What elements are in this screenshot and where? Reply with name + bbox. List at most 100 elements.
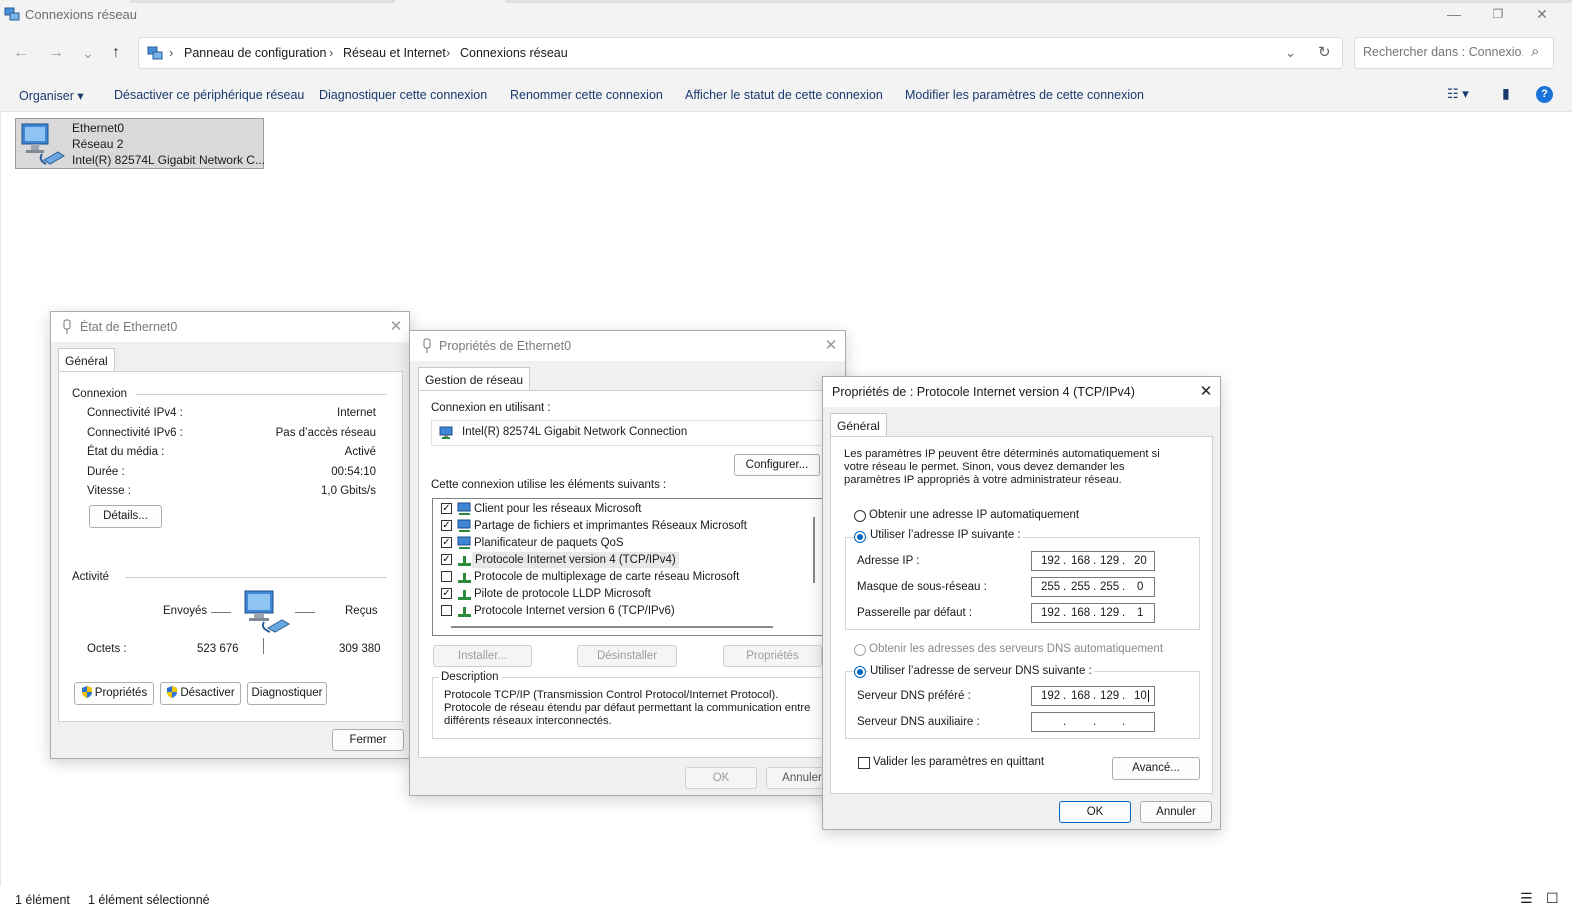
view-status-command[interactable]: Afficher le statut de cette connexion xyxy=(685,88,883,102)
uninstall-button[interactable]: Désinstaller xyxy=(577,645,677,667)
address-bar[interactable]: › Panneau de configuration › Réseau et I… xyxy=(138,37,1343,69)
help-icon[interactable]: ? xyxy=(1536,86,1553,103)
protocol-icon xyxy=(458,573,471,583)
close-dialog-button[interactable]: Fermer xyxy=(332,729,404,751)
cancel-button[interactable]: Annuler xyxy=(1140,801,1212,823)
list-item-label: Protocole de multiplexage de carte résea… xyxy=(474,571,740,583)
properties-button[interactable]: Propriétés xyxy=(74,682,154,705)
checkbox[interactable]: ✓ xyxy=(441,588,452,599)
close-icon[interactable]: ✕ xyxy=(385,317,407,337)
ok-button[interactable]: OK xyxy=(1059,801,1131,823)
alternate-dns-label: Serveur DNS auxiliaire : xyxy=(857,716,980,728)
intro-text: Les paramètres IP peuvent être déterminé… xyxy=(844,448,1160,486)
search-box[interactable]: ⌕ xyxy=(1354,37,1554,69)
vertical-scrollbar[interactable] xyxy=(813,517,815,583)
connection-item-ethernet0[interactable]: Ethernet0 Réseau 2 Intel(R) 82574L Gigab… xyxy=(15,118,265,169)
ipv6-label: Connectivité IPv6 : xyxy=(87,427,183,439)
details-button[interactable]: Détails... xyxy=(89,505,162,528)
ip-address-field[interactable]: 192. 168. 129. 20 xyxy=(1031,551,1155,571)
diagnose-command[interactable]: Diagnostiquer cette connexion xyxy=(319,88,487,102)
view-options-icon[interactable]: ☷ ▾ xyxy=(1447,86,1469,102)
checkbox[interactable]: ✓ xyxy=(441,554,452,565)
auto-ip-radio[interactable] xyxy=(854,510,866,522)
subnet-mask-field[interactable]: 255. 255. 255. 0 xyxy=(1031,577,1155,597)
tab-panel: Connexion Connectivité IPv4 : Internet C… xyxy=(58,371,403,722)
dot: . xyxy=(1122,690,1126,702)
up-icon[interactable]: ↑ xyxy=(105,42,127,64)
install-button[interactable]: Installer... xyxy=(433,645,532,667)
breadcrumb-control-panel[interactable]: Panneau de configuration xyxy=(184,46,326,60)
back-icon[interactable]: ← xyxy=(10,42,32,64)
manual-dns-radio[interactable] xyxy=(854,666,866,678)
list-item-selected[interactable]: ✓ Protocole Internet version 4 (TCP/IPv4… xyxy=(433,552,803,569)
search-icon[interactable]: ⌕ xyxy=(1531,43,1539,60)
dot: . xyxy=(1122,716,1126,728)
components-list[interactable]: ✓ Client pour les réseaux Microsoft ✓ Pa… xyxy=(432,498,823,636)
activity-section-header: Activité xyxy=(72,571,110,583)
checkbox[interactable]: ✓ xyxy=(441,520,452,531)
refresh-icon[interactable]: ↻ xyxy=(1318,43,1331,61)
list-item[interactable]: ✓ Pilote de protocole LLDP Microsoft xyxy=(433,586,803,603)
checkbox[interactable]: ✓ xyxy=(441,503,452,514)
list-item[interactable]: ✓ Partage de fichiers et imprimantes Rés… xyxy=(433,518,803,535)
details-view-icon[interactable]: ☰ xyxy=(1520,890,1533,907)
validate-checkbox[interactable] xyxy=(858,757,870,769)
disable-button[interactable]: Désactiver xyxy=(160,682,241,705)
minimize-button[interactable]: — xyxy=(1432,2,1476,28)
breadcrumb-network-internet[interactable]: Réseau et Internet xyxy=(343,46,446,60)
diagnose-button[interactable]: Diagnostiquer xyxy=(247,682,327,705)
ipv4-label: Connectivité IPv4 : xyxy=(87,407,183,419)
address-dropdown-icon[interactable]: ⌄ xyxy=(1285,45,1296,61)
breadcrumb-separator: › xyxy=(169,45,174,60)
tab-general[interactable]: Général xyxy=(830,413,887,437)
dialog-title: État de Ethernet0 xyxy=(80,320,178,334)
tiles-view-icon[interactable]: ☐ xyxy=(1546,890,1559,907)
restore-button[interactable]: ❐ xyxy=(1476,2,1520,28)
tab-general[interactable]: Général xyxy=(58,348,115,372)
rename-command[interactable]: Renommer cette connexion xyxy=(510,88,663,102)
list-item[interactable]: ✓ Client pour les réseaux Microsoft xyxy=(433,501,803,518)
manual-ip-radio[interactable] xyxy=(854,531,866,543)
organize-menu[interactable]: Organiser ▾ xyxy=(19,88,84,103)
divider xyxy=(125,577,387,578)
advanced-button[interactable]: Avancé... xyxy=(1112,757,1200,780)
ethernet-adapter-icon xyxy=(21,123,65,165)
checkbox[interactable] xyxy=(441,605,452,616)
checkbox[interactable] xyxy=(441,571,452,582)
change-settings-command[interactable]: Modifier les paramètres de cette connexi… xyxy=(905,88,1144,102)
preferred-dns-label: Serveur DNS préféré : xyxy=(857,690,971,702)
preferred-dns-field[interactable]: 192. 168. 129. 10 xyxy=(1031,686,1155,706)
ip-address-label: Adresse IP : xyxy=(857,555,920,567)
configure-button[interactable]: Configurer... xyxy=(734,454,820,476)
list-item[interactable]: ✓ Planificateur de paquets QoS xyxy=(433,535,803,552)
close-button[interactable]: ✕ xyxy=(1520,2,1564,28)
ok-button[interactable]: OK xyxy=(685,767,757,789)
dot: . xyxy=(1063,607,1067,619)
octet: 192 xyxy=(1041,555,1061,567)
forward-icon[interactable]: → xyxy=(45,42,67,64)
duration-value: 00:54:10 xyxy=(331,466,376,478)
breadcrumb-network-connections[interactable]: Connexions réseau xyxy=(460,46,568,60)
checkbox[interactable]: ✓ xyxy=(441,537,452,548)
preview-pane-icon[interactable]: ▮ xyxy=(1502,85,1510,102)
disable-device-command[interactable]: Désactiver ce périphérique réseau xyxy=(114,88,304,102)
gateway-field[interactable]: 192. 168. 129. 1 xyxy=(1031,603,1155,623)
connect-using-label: Connexion en utilisant : xyxy=(431,402,551,414)
auto-dns-radio[interactable] xyxy=(854,644,866,656)
bytes-received-value: 309 380 xyxy=(339,643,381,655)
protocol-icon xyxy=(458,556,471,566)
list-item[interactable]: Protocole Internet version 6 (TCP/IPv6) xyxy=(433,603,803,620)
list-item[interactable]: Protocole de multiplexage de carte résea… xyxy=(433,569,803,586)
close-icon[interactable]: ✕ xyxy=(820,336,842,356)
tab-networking[interactable]: Gestion de réseau xyxy=(418,367,531,391)
recent-locations-icon[interactable]: ⌄ xyxy=(77,42,99,64)
dot: . xyxy=(1063,716,1067,728)
horizontal-scrollbar[interactable] xyxy=(451,626,773,628)
tab-panel: Les paramètres IP peuvent être déterminé… xyxy=(830,436,1213,794)
command-bar: Organiser ▾ Désactiver ce périphérique r… xyxy=(0,76,1572,112)
alternate-dns-field[interactable]: . . . xyxy=(1031,712,1155,732)
search-input[interactable] xyxy=(1363,45,1523,59)
item-properties-button[interactable]: Propriétés xyxy=(723,645,822,667)
close-icon[interactable]: ✕ xyxy=(1195,382,1217,402)
tab-strip xyxy=(130,0,395,3)
